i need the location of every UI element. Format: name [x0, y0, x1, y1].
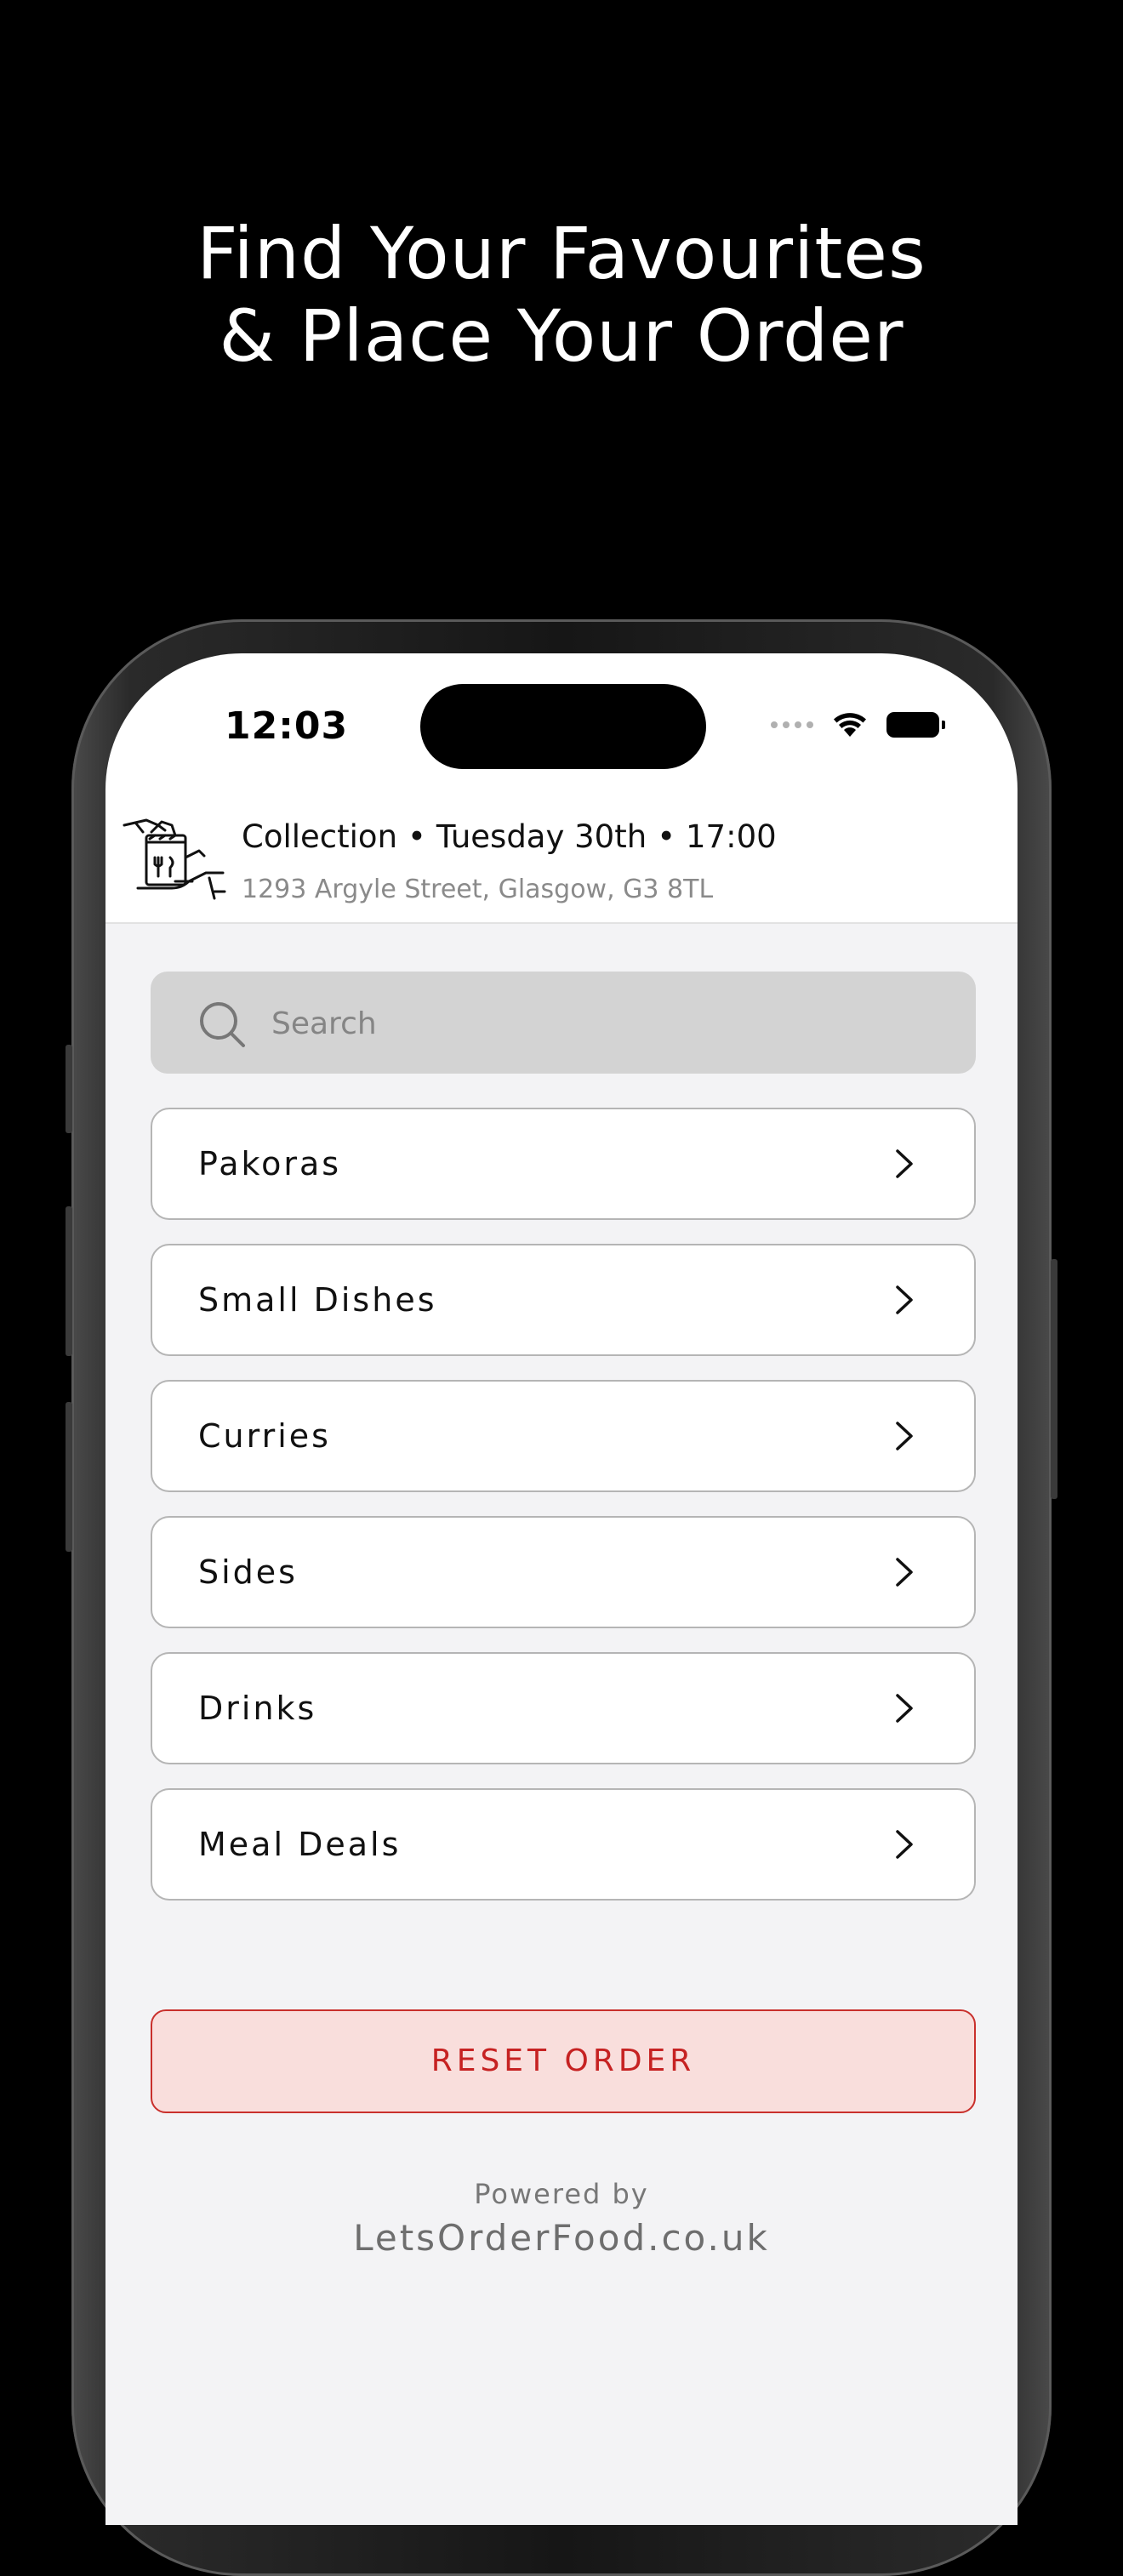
collection-bag-icon: [123, 818, 226, 900]
category-sides[interactable]: Sides: [151, 1516, 976, 1628]
category-label: Pakoras: [198, 1145, 342, 1183]
side-button-volume-up: [66, 1206, 72, 1356]
category-label: Drinks: [198, 1690, 317, 1727]
category-meal-deals[interactable]: Meal Deals: [151, 1788, 976, 1901]
promo-line-2: & Place Your Order: [219, 294, 904, 378]
reset-order-button[interactable]: RESET ORDER: [151, 2009, 976, 2113]
dynamic-island: [420, 684, 706, 769]
order-summary: Collection • Tuesday 30th • 17:00: [242, 818, 777, 855]
menu-content: Pakoras Small Dishes Curries Sides Drink…: [105, 924, 1018, 2525]
chevron-right-icon: [896, 1422, 913, 1450]
phone-screen: 12:03 Collection • Tuesday 30th • 17:00 …: [105, 653, 1018, 2525]
category-pakoras[interactable]: Pakoras: [151, 1108, 976, 1220]
restaurant-address: 1293 Argyle Street, Glasgow, G3 8TL: [242, 875, 714, 904]
chevron-right-icon: [896, 1830, 913, 1859]
category-label: Sides: [198, 1553, 298, 1591]
side-button-action: [66, 1045, 72, 1133]
signal-icon: [771, 721, 813, 728]
search-icon: [200, 1002, 245, 1047]
order-time: 17:00: [686, 818, 777, 855]
order-day: Tuesday 30th: [436, 818, 647, 855]
wifi-icon: [834, 713, 866, 737]
category-drinks[interactable]: Drinks: [151, 1652, 976, 1764]
status-icons: [771, 711, 945, 738]
category-label: Small Dishes: [198, 1281, 437, 1319]
category-curries[interactable]: Curries: [151, 1380, 976, 1492]
order-mode: Collection: [242, 818, 398, 855]
chevron-right-icon: [896, 1285, 913, 1314]
powered-by-link[interactable]: LetsOrderFood.co.uk: [105, 2217, 1018, 2259]
side-button-power: [1051, 1259, 1057, 1499]
category-small-dishes[interactable]: Small Dishes: [151, 1244, 976, 1356]
powered-by-label: Powered by: [474, 2178, 649, 2210]
chevron-right-icon: [896, 1694, 913, 1723]
order-header[interactable]: Collection • Tuesday 30th • 17:00 1293 Argyl…: [105, 796, 1018, 924]
promo-headline: Find Your Favourites & Place Your Order: [0, 213, 1123, 378]
status-time: 12:03: [225, 704, 349, 748]
separator: •: [408, 818, 426, 855]
promo-line-1: Find Your Favourites: [197, 212, 926, 295]
search-bar[interactable]: [151, 972, 976, 1075]
search-input[interactable]: [270, 972, 954, 1075]
separator: •: [657, 818, 676, 855]
chevron-right-icon: [896, 1149, 913, 1178]
category-label: Curries: [198, 1417, 331, 1455]
chevron-right-icon: [896, 1558, 913, 1587]
side-button-volume-down: [66, 1402, 72, 1552]
category-label: Meal Deals: [198, 1826, 402, 1863]
battery-icon: [886, 712, 945, 738]
